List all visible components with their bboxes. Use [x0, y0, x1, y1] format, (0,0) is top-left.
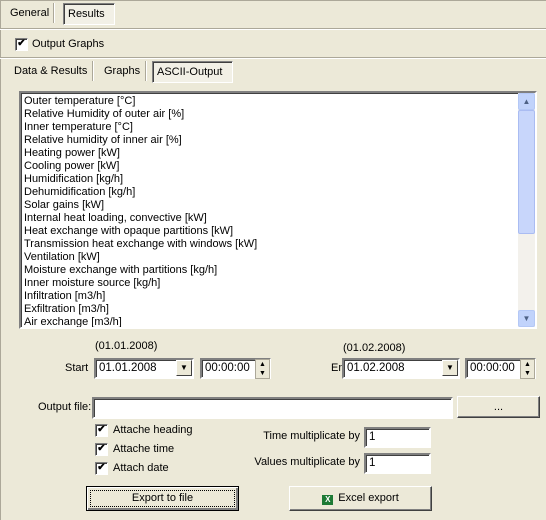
tab-data-results[interactable]: Data & Results — [10, 61, 93, 81]
chevron-down-icon[interactable]: ▼ — [442, 360, 458, 376]
spin-icon[interactable]: ▲ ▼ — [255, 359, 270, 379]
start-date-value: 01.01.2008 — [99, 362, 157, 374]
list-item[interactable]: Humidification [kg/h] — [21, 173, 535, 186]
export-to-file-button[interactable]: Export to file — [86, 486, 239, 511]
tab-graphs[interactable]: Graphs — [100, 61, 146, 81]
time-multiplicate-input[interactable]: 1 — [364, 427, 431, 448]
output-graphs-label: Output Graphs — [32, 38, 105, 50]
browse-button[interactable]: ... — [457, 396, 540, 418]
attache-heading-checkbox[interactable]: ✔ — [95, 424, 108, 437]
left-border — [0, 0, 2, 520]
output-graphs-checkbox[interactable]: ✔ — [15, 38, 28, 51]
values-multiplicate-label: Values multiplicate by — [254, 456, 360, 468]
list-item[interactable]: Heating power [kW] — [21, 147, 535, 160]
list-item[interactable]: Heat exchange with opaque partitions [kW… — [21, 225, 535, 238]
excel-export-label: Excel export — [338, 492, 399, 504]
tab-general[interactable]: General — [6, 3, 55, 23]
scroll-down-icon[interactable]: ▼ — [518, 310, 535, 327]
export-to-file-label: Export to file — [90, 490, 235, 507]
start-time-value: 00:00:00 — [205, 362, 250, 374]
list-item[interactable]: Dehumidification [kg/h] — [21, 186, 535, 199]
list-item[interactable]: Inner moisture source [kg/h] — [21, 277, 535, 290]
spin-icon[interactable]: ▲ ▼ — [520, 359, 535, 379]
tab-ascii-output[interactable]: ASCII-Output — [152, 61, 233, 83]
scroll-thumb[interactable] — [518, 110, 535, 234]
output-file-label: Output file: — [38, 401, 92, 413]
start-date-combo[interactable]: 01.01.2008 ▼ — [94, 358, 194, 379]
list-item[interactable]: Inner temperature [°C] — [21, 121, 535, 134]
list-item[interactable]: Moisture exchange with partitions [kg/h] — [21, 264, 535, 277]
values-multiplicate-input[interactable]: 1 — [364, 453, 431, 474]
time-multiplicate-label: Time multiplicate by — [263, 430, 360, 442]
list-item[interactable]: Cooling power [kW] — [21, 160, 535, 173]
scrollbar[interactable]: ▲ ▼ — [518, 93, 535, 327]
attache-time-label: Attache time — [113, 443, 175, 455]
list-item[interactable]: Internal heat loading, convective [kW] — [21, 212, 535, 225]
start-date-hint: (01.01.2008) — [95, 340, 158, 352]
attach-date-label: Attach date — [113, 462, 169, 474]
list-item[interactable]: Ventilation [kW] — [21, 251, 535, 264]
end-date-hint: (01.02.2008) — [343, 342, 406, 354]
start-time-input[interactable]: 00:00:00 ▲ ▼ — [200, 358, 271, 379]
divider — [0, 57, 546, 59]
excel-icon: X — [322, 495, 334, 505]
top-border — [0, 0, 546, 2]
tab-results[interactable]: Results — [63, 3, 115, 25]
end-date-value: 01.02.2008 — [347, 362, 405, 374]
variables-listbox[interactable]: Outer temperature [°C] Relative Humidity … — [19, 91, 537, 329]
divider — [0, 28, 546, 30]
attache-heading-label: Attache heading — [113, 424, 193, 436]
end-time-input[interactable]: 00:00:00 ▲ ▼ — [465, 358, 536, 379]
attach-date-checkbox[interactable]: ✔ — [95, 462, 108, 475]
scroll-up-icon[interactable]: ▲ — [518, 93, 535, 110]
attache-time-checkbox[interactable]: ✔ — [95, 443, 108, 456]
output-file-input[interactable] — [92, 397, 453, 419]
end-date-combo[interactable]: 01.02.2008 ▼ — [342, 358, 460, 379]
chevron-down-icon[interactable]: ▼ — [176, 360, 192, 376]
list-item[interactable]: Infiltration [m3/h] — [21, 290, 535, 303]
list-item[interactable]: Outer temperature [°C] — [21, 95, 535, 108]
list-item[interactable]: Relative humidity of inner air [%] — [21, 134, 535, 147]
start-label: Start — [65, 362, 89, 374]
list-item[interactable]: Transmission heat exchange with windows … — [21, 238, 535, 251]
end-time-value: 00:00:00 — [470, 362, 515, 374]
list-item[interactable]: Relative Humidity of outer air [%] — [21, 108, 535, 121]
list-item[interactable]: Air exchange [m3/h] — [21, 316, 535, 327]
list-item[interactable]: Solar gains [kW] — [21, 199, 535, 212]
excel-export-button[interactable]: X Excel export — [289, 486, 432, 511]
list-item[interactable]: Exfiltration [m3/h] — [21, 303, 535, 316]
